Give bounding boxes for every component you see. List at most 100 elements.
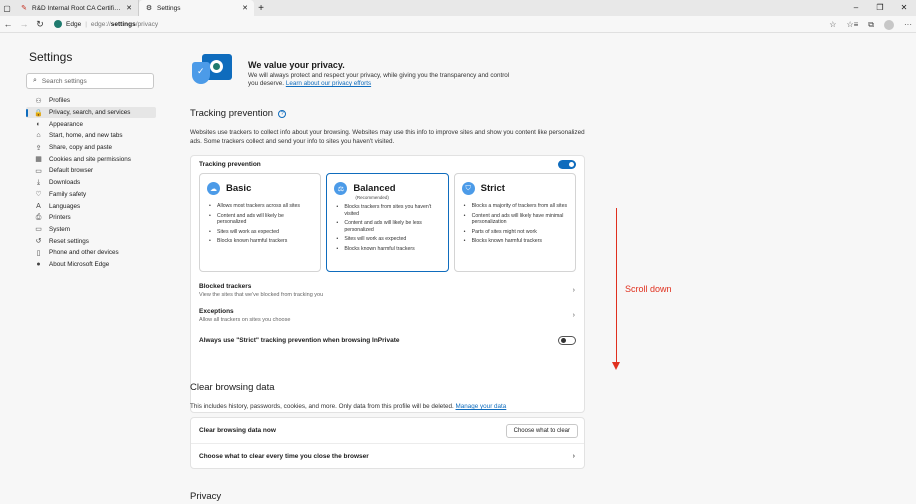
privacy-illustration xyxy=(190,54,236,86)
strict-inprivate-toggle[interactable] xyxy=(558,335,576,345)
strict-icon: ⛉ xyxy=(461,182,475,195)
blocked-trackers-row[interactable]: Blocked trackers View the sites that we'… xyxy=(191,278,584,303)
option-bullet: Blocks known harmful trackers xyxy=(462,238,568,245)
sidebar-item[interactable]: ▭ System xyxy=(26,224,161,236)
choose-what-to-clear-button[interactable]: Choose what to clear xyxy=(505,423,578,438)
sidebar-item[interactable]: ♡ Family safety xyxy=(26,189,161,201)
search-box[interactable]: ⌕ xyxy=(26,73,154,89)
sidebar-item-label: Reset settings xyxy=(49,237,89,245)
sidebar-item[interactable]: A Languages xyxy=(26,200,161,212)
favorite-star-icon[interactable]: ☆ xyxy=(829,20,836,29)
clear-on-close-row[interactable]: Choose what to clear every time you clos… xyxy=(191,443,584,468)
maximize-button[interactable]: ❐ xyxy=(868,0,892,16)
url-separator: | xyxy=(85,20,87,28)
edge-icon xyxy=(54,20,62,28)
section-title: Tracking prevention? xyxy=(190,108,287,119)
printer-icon: ⎙ xyxy=(35,213,42,221)
row-title: Always use "Strict" tracking prevention … xyxy=(199,336,400,344)
system-icon: ▭ xyxy=(35,226,42,234)
close-icon[interactable]: ✕ xyxy=(242,4,248,12)
close-icon[interactable]: ✕ xyxy=(126,4,132,12)
search-input[interactable] xyxy=(41,77,142,85)
balanced-icon: ⚖ xyxy=(334,182,348,195)
url-field[interactable]: Edge | edge://settings/privacy xyxy=(54,20,158,28)
settings-sidebar: Settings ⌕ ⚇ Profiles 🔒 Privacy, search, an… xyxy=(26,50,161,270)
manage-data-link[interactable]: Manage your data xyxy=(456,403,507,410)
refresh-button[interactable]: ↻ xyxy=(32,19,48,30)
sidebar-title: Settings xyxy=(29,50,73,64)
new-tab-button[interactable]: + xyxy=(254,3,268,14)
sidebar-item[interactable]: ▭ Default browser xyxy=(26,165,161,177)
option-bullet: Sites will work as expected xyxy=(334,236,440,243)
row-title: Clear browsing data now xyxy=(199,427,276,434)
collections-icon[interactable]: ⧉ xyxy=(868,20,874,30)
back-button[interactable]: ← xyxy=(0,19,16,29)
option-bullet: Content and ads will likely be personali… xyxy=(207,213,313,226)
sidebar-item[interactable]: ▯ Phone and other devices xyxy=(26,247,161,259)
sidebar-item[interactable]: ↺ Reset settings xyxy=(26,235,161,247)
sidebar-item-label: About Microsoft Edge xyxy=(49,260,110,268)
minimize-button[interactable]: – xyxy=(844,0,868,16)
forward-button[interactable]: → xyxy=(16,19,32,29)
chevron-right-icon: › xyxy=(572,287,575,294)
tracking-option-basic[interactable]: ☁ Basic Allows most trackers across all si… xyxy=(199,173,322,272)
url-host: Edge xyxy=(66,20,82,28)
privacy-efforts-link[interactable]: Learn about our privacy efforts xyxy=(286,80,371,87)
row-title: Blocked trackers xyxy=(199,283,252,290)
avatar[interactable] xyxy=(884,19,894,30)
option-name: Strict xyxy=(480,183,505,194)
scroll-arrow-head xyxy=(612,362,620,370)
cookie-icon: ▦ xyxy=(35,156,42,164)
main-content: We value your privacy. We will always pr… xyxy=(190,54,590,502)
sidebar-item[interactable]: ⚇ Profiles xyxy=(26,95,161,107)
tracking-toggle-row: Tracking prevention xyxy=(191,156,584,173)
window-controls: – ❐ ✕ xyxy=(844,0,916,16)
clear-now-row: Clear browsing data now Choose what to c… xyxy=(191,418,584,443)
sidebar-item[interactable]: ⎙ Printers xyxy=(26,212,161,224)
share-icon: ⇪ xyxy=(35,144,42,152)
sidebar-item-label: Privacy, search, and services xyxy=(49,109,131,117)
option-bullet: Blocks a majority of trackers from all s… xyxy=(462,203,568,210)
appearance-icon: ◐ xyxy=(36,120,41,128)
tracking-description: Websites use trackers to collect info ab… xyxy=(190,129,585,145)
tracking-toggle[interactable] xyxy=(558,160,576,169)
person-icon: ⚇ xyxy=(35,97,42,105)
sidebar-item-label: Languages xyxy=(49,202,81,210)
section-title: Privacy xyxy=(190,491,222,502)
exceptions-row[interactable]: Exceptions Allow all trackers on sites y… xyxy=(191,303,584,328)
sidebar-item[interactable]: ⇪ Share, copy and paste xyxy=(26,142,161,154)
tab-certificate[interactable]: ✎ R&D Internal Root CA Certificat ✕ xyxy=(14,0,139,16)
help-icon[interactable]: ? xyxy=(278,109,287,118)
sidebar-item-label: Downloads xyxy=(49,179,81,187)
sidebar-item[interactable]: 🔒 Privacy, search, and services xyxy=(26,106,156,119)
tab-actions-icon[interactable]: ▢ xyxy=(0,0,14,16)
tab-settings[interactable]: ⚙ Settings ✕ xyxy=(139,0,254,16)
sidebar-item[interactable]: ⤓ Downloads xyxy=(26,177,161,189)
favorites-icon[interactable]: ☆≡ xyxy=(846,20,858,29)
tracking-option-balanced[interactable]: ⚖ Balanced(Recommended) Blocks trackers fr… xyxy=(326,173,449,272)
sidebar-item[interactable]: ● About Microsoft Edge xyxy=(26,259,161,271)
scroll-arrow-line xyxy=(616,208,617,366)
clear-data-card: Clear browsing data now Choose what to c… xyxy=(190,417,585,469)
sidebar-item[interactable]: ▦ Cookies and site permissions xyxy=(26,153,161,165)
clear-data-description: This includes history, passwords, cookie… xyxy=(190,403,507,410)
tab-title: R&D Internal Root CA Certificat xyxy=(32,4,123,12)
close-window-button[interactable]: ✕ xyxy=(892,0,916,16)
sidebar-item[interactable]: ⌂ Start, home, and new tabs xyxy=(26,130,161,142)
tracking-option-strict[interactable]: ⛉ Strict Blocks a majority of trackers fro… xyxy=(453,173,576,272)
certificate-icon: ✎ xyxy=(21,5,27,12)
more-menu-icon[interactable]: ··· xyxy=(904,20,912,29)
scroll-annotation: Scroll down xyxy=(625,284,672,294)
option-bullet: Blocks known harmful trackers xyxy=(207,238,313,245)
option-bullet: Allows most trackers across all sites xyxy=(207,203,313,210)
option-name: Basic xyxy=(226,183,252,194)
row-title: Exceptions xyxy=(199,308,234,315)
sidebar-item-label: Printers xyxy=(49,214,71,222)
option-sub: (Recommended) xyxy=(355,195,389,200)
sidebar-nav: ⚇ Profiles 🔒 Privacy, search, and services ◐… xyxy=(26,95,161,270)
hero-body: We will always protect and respect your … xyxy=(248,72,510,87)
row-title: Choose what to clear every time you clos… xyxy=(199,452,369,460)
tracking-card: Tracking prevention ☁ Basic Allows most tr… xyxy=(190,155,585,413)
sidebar-item[interactable]: ◐ Appearance xyxy=(26,118,161,130)
sidebar-item-label: Phone and other devices xyxy=(49,249,119,257)
